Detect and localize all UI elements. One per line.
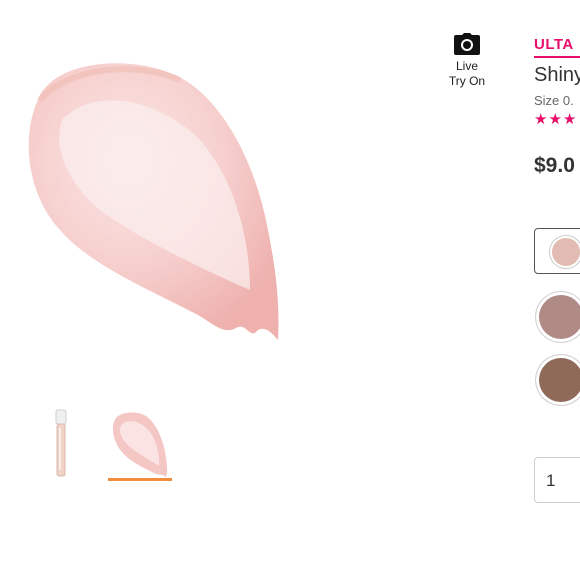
camera-icon [454,33,480,55]
try-on-label-line2: Try On [448,74,486,88]
active-thumbnail-indicator [108,478,172,481]
product-size: Size 0. [534,93,574,108]
thumbnail-swatch[interactable] [108,410,172,480]
shade-swatch-2[interactable] [536,292,580,342]
rating-stars[interactable]: ★★★ [534,110,577,128]
shade-swatch-1[interactable] [550,236,580,268]
shade-swatch-3[interactable] [536,355,580,405]
brand-link[interactable]: ULTA [534,36,574,53]
try-on-label-line1: Live [455,59,478,73]
product-price: $9.0 [534,154,575,177]
quantity-value: 1 [546,471,556,490]
product-name: Shiny [534,64,580,86]
main-product-image [0,40,330,370]
brand-underline [534,56,580,58]
live-try-on-button[interactable]: Live Try On [440,33,494,89]
quantity-select[interactable] [534,457,580,503]
thumbnail-tube[interactable] [46,408,76,480]
